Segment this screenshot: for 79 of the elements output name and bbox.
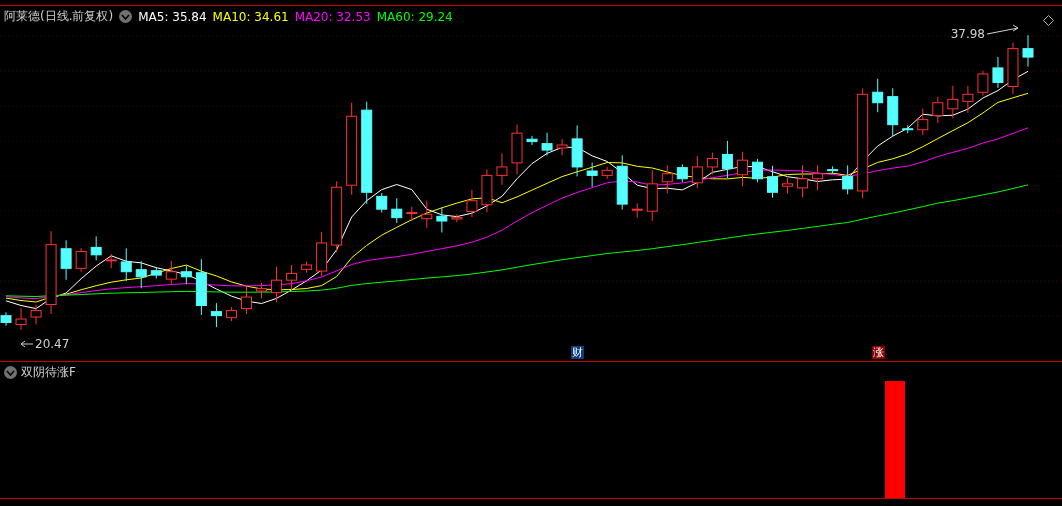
stock-title: 阿莱德(日线.前复权) xyxy=(4,8,114,25)
candlestick xyxy=(301,261,313,274)
candlestick xyxy=(872,78,884,113)
diamond-icon[interactable] xyxy=(1043,15,1054,26)
candlestick xyxy=(782,177,794,195)
candlestick xyxy=(421,200,433,229)
candlestick xyxy=(376,192,388,214)
dropdown-icon[interactable] xyxy=(119,10,133,23)
candlestick xyxy=(466,189,478,218)
candlestick xyxy=(15,307,27,331)
candlestick xyxy=(150,266,162,279)
candlestick xyxy=(661,164,673,194)
low-price-label: 20.47 xyxy=(35,337,70,351)
candlestick xyxy=(556,138,568,156)
candlestick xyxy=(75,247,87,273)
candlestick xyxy=(751,158,763,183)
candlestick xyxy=(0,311,12,327)
candlestick xyxy=(571,124,583,177)
candlestick xyxy=(1007,42,1019,95)
candlestick xyxy=(195,258,207,316)
candlestick xyxy=(601,166,613,180)
candlestick xyxy=(767,165,778,199)
event-marker[interactable]: 财 xyxy=(571,346,585,359)
moving-average-value: MA20: 32.53 xyxy=(294,9,371,24)
candlestick xyxy=(496,152,508,186)
candlestick xyxy=(511,124,523,175)
candlestick xyxy=(240,285,252,315)
candlestick xyxy=(631,202,643,219)
candlestick xyxy=(406,206,418,222)
candlestick xyxy=(676,163,688,183)
moving-average-value: MA5: 35.84 xyxy=(138,9,207,24)
candlestick xyxy=(165,260,177,286)
arrow-icon xyxy=(986,24,1019,35)
candlestick xyxy=(812,164,824,191)
high-price-label: 37.98 xyxy=(950,27,985,41)
candlestick xyxy=(271,266,283,303)
candlestick xyxy=(932,96,944,124)
dropdown-icon[interactable] xyxy=(4,366,17,379)
candlestick xyxy=(947,85,959,119)
candlestick xyxy=(586,162,598,188)
candlestick xyxy=(391,197,403,224)
candlestick xyxy=(706,152,718,175)
candlestick xyxy=(736,151,748,187)
candlestick xyxy=(992,56,1004,89)
candlestick xyxy=(180,265,192,285)
candlestick xyxy=(721,140,733,179)
candlestick xyxy=(691,155,703,189)
candlestick xyxy=(135,260,147,289)
candlestick xyxy=(286,264,298,293)
moving-average-value: MA10: 34.61 xyxy=(212,9,289,24)
candlestick xyxy=(541,132,553,156)
candlestick xyxy=(797,164,809,198)
moving-average-value: MA60: 29.24 xyxy=(376,9,453,24)
candlestick xyxy=(481,169,493,213)
candlestick xyxy=(30,304,42,325)
candlestick xyxy=(646,169,658,222)
candlestick xyxy=(90,235,102,261)
candlestick xyxy=(962,85,974,114)
candlestick xyxy=(616,154,628,211)
candlestick xyxy=(977,70,989,97)
candlestick xyxy=(436,207,448,233)
candlestick xyxy=(451,213,463,223)
candlestick xyxy=(902,124,914,134)
candlestick xyxy=(316,231,328,277)
candlestick xyxy=(225,306,237,322)
candlestick xyxy=(526,135,538,146)
candlestick xyxy=(917,108,929,136)
candlestick xyxy=(210,302,222,328)
candlestick xyxy=(842,164,854,195)
arrow-icon xyxy=(20,340,34,348)
candlestick xyxy=(120,247,132,282)
candlestick xyxy=(827,165,839,175)
indicator-title: 双阴待涨F xyxy=(21,364,76,381)
candlestick xyxy=(60,239,72,281)
candlestick xyxy=(105,253,117,269)
candlestick xyxy=(887,87,899,137)
candlestick xyxy=(256,282,267,299)
event-marker[interactable]: 涨 xyxy=(871,346,885,359)
candlestick xyxy=(1022,34,1034,68)
